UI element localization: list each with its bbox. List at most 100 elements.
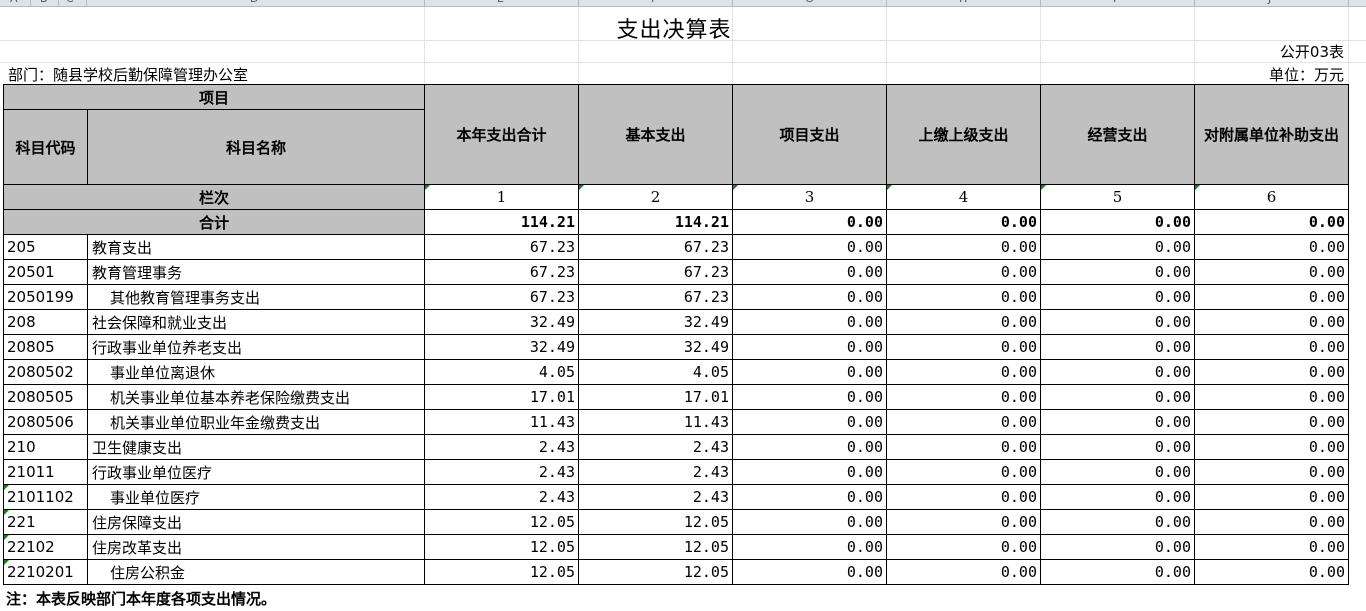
value-cell[interactable]: 67.23 (578, 234, 733, 260)
header-subject-code[interactable]: 科目代码 (3, 109, 88, 185)
subject-name-cell[interactable]: 卫生健康支出 (87, 434, 425, 460)
subject-name-cell[interactable]: 机关事业单位基本养老保险缴费支出 (87, 384, 425, 410)
value-cell[interactable]: 2.43 (578, 484, 733, 510)
subject-code-cell[interactable]: 20501 (3, 259, 88, 285)
value-cell[interactable]: 0.00 (732, 484, 887, 510)
subject-name-cell[interactable]: 住房公积金 (87, 559, 425, 585)
value-cell[interactable]: 0.00 (732, 509, 887, 535)
value-cell[interactable]: 67.23 (424, 284, 579, 310)
value-cell[interactable]: 67.23 (424, 259, 579, 285)
subject-name-cell[interactable]: 教育管理事务 (87, 259, 425, 285)
subject-code-cell[interactable]: 2101102 (3, 484, 88, 510)
subject-code-cell[interactable]: 2080506 (3, 409, 88, 435)
total-cell[interactable]: 0.00 (1040, 209, 1195, 235)
subject-name-cell[interactable]: 行政事业单位医疗 (87, 459, 425, 485)
subject-code-cell[interactable]: 205 (3, 234, 88, 260)
value-cell[interactable]: 32.49 (578, 309, 733, 335)
header-row-index[interactable]: 栏次 (3, 184, 425, 210)
col-number-2[interactable]: 2 (578, 184, 733, 210)
value-cell[interactable]: 0.00 (1194, 384, 1349, 410)
value-cell[interactable]: 0.00 (732, 259, 887, 285)
value-cell[interactable]: 0.00 (732, 309, 887, 335)
value-cell[interactable]: 0.00 (886, 359, 1041, 385)
value-cell[interactable]: 17.01 (424, 384, 579, 410)
column-header-g[interactable]: G (805, 0, 814, 5)
value-cell[interactable]: 0.00 (732, 359, 887, 385)
value-cell[interactable]: 0.00 (886, 309, 1041, 335)
subject-code-cell[interactable]: 208 (3, 309, 88, 335)
value-cell[interactable]: 0.00 (732, 384, 887, 410)
value-cell[interactable]: 0.00 (1040, 234, 1195, 260)
header-col-6[interactable]: 对附属单位补助支出 (1194, 84, 1349, 185)
value-cell[interactable]: 0.00 (1194, 534, 1349, 560)
column-header-h[interactable]: H (959, 0, 967, 5)
column-header-a[interactable]: A (10, 0, 18, 5)
value-cell[interactable]: 2.43 (424, 484, 579, 510)
column-header-f[interactable]: F (651, 0, 657, 5)
value-cell[interactable]: 0.00 (1194, 509, 1349, 535)
value-cell[interactable]: 0.00 (732, 459, 887, 485)
total-cell[interactable]: 0.00 (886, 209, 1041, 235)
subject-name-cell[interactable]: 教育支出 (87, 234, 425, 260)
value-cell[interactable]: 0.00 (886, 534, 1041, 560)
subject-code-cell[interactable]: 2050199 (3, 284, 88, 310)
value-cell[interactable]: 2.43 (424, 434, 579, 460)
column-header-d[interactable]: D (250, 0, 258, 5)
value-cell[interactable]: 12.05 (424, 509, 579, 535)
subject-name-cell[interactable]: 住房改革支出 (87, 534, 425, 560)
value-cell[interactable]: 0.00 (1194, 334, 1349, 360)
value-cell[interactable]: 0.00 (1040, 434, 1195, 460)
total-cell[interactable]: 114.21 (578, 209, 733, 235)
col-number-5[interactable]: 5 (1040, 184, 1195, 210)
subject-name-cell[interactable]: 其他教育管理事务支出 (87, 284, 425, 310)
value-cell[interactable]: 0.00 (732, 334, 887, 360)
value-cell[interactable]: 0.00 (1194, 484, 1349, 510)
value-cell[interactable]: 12.05 (578, 534, 733, 560)
value-cell[interactable]: 2.43 (578, 434, 733, 460)
total-cell[interactable]: 0.00 (1194, 209, 1349, 235)
subject-code-cell[interactable]: 2210201 (3, 559, 88, 585)
value-cell[interactable]: 0.00 (1194, 259, 1349, 285)
value-cell[interactable]: 0.00 (1040, 309, 1195, 335)
value-cell[interactable]: 4.05 (424, 359, 579, 385)
value-cell[interactable]: 0.00 (886, 334, 1041, 360)
subject-code-cell[interactable]: 221 (3, 509, 88, 535)
header-col-2[interactable]: 基本支出 (578, 84, 733, 185)
value-cell[interactable]: 0.00 (1040, 509, 1195, 535)
value-cell[interactable]: 0.00 (732, 534, 887, 560)
header-col-5[interactable]: 经营支出 (1040, 84, 1195, 185)
value-cell[interactable]: 0.00 (732, 559, 887, 585)
value-cell[interactable]: 0.00 (886, 484, 1041, 510)
value-cell[interactable]: 0.00 (1040, 334, 1195, 360)
value-cell[interactable]: 0.00 (1194, 309, 1349, 335)
col-number-6[interactable]: 6 (1194, 184, 1349, 210)
value-cell[interactable]: 67.23 (424, 234, 579, 260)
value-cell[interactable]: 67.23 (578, 259, 733, 285)
subject-code-cell[interactable]: 210 (3, 434, 88, 460)
value-cell[interactable]: 0.00 (886, 409, 1041, 435)
value-cell[interactable]: 0.00 (886, 284, 1041, 310)
value-cell[interactable]: 0.00 (1040, 359, 1195, 385)
value-cell[interactable]: 0.00 (886, 259, 1041, 285)
value-cell[interactable]: 2.43 (424, 459, 579, 485)
value-cell[interactable]: 0.00 (1040, 484, 1195, 510)
value-cell[interactable]: 0.00 (1194, 359, 1349, 385)
subject-name-cell[interactable]: 事业单位医疗 (87, 484, 425, 510)
value-cell[interactable]: 12.05 (578, 559, 733, 585)
column-header-b[interactable]: B (40, 0, 48, 5)
header-col-3[interactable]: 项目支出 (732, 84, 887, 185)
value-cell[interactable]: 0.00 (1194, 409, 1349, 435)
value-cell[interactable]: 0.00 (1040, 284, 1195, 310)
subject-code-cell[interactable]: 22102 (3, 534, 88, 560)
header-item[interactable]: 项目 (3, 84, 425, 110)
subject-code-cell[interactable]: 20805 (3, 334, 88, 360)
value-cell[interactable]: 0.00 (886, 509, 1041, 535)
value-cell[interactable]: 0.00 (1040, 409, 1195, 435)
value-cell[interactable]: 11.43 (578, 409, 733, 435)
value-cell[interactable]: 0.00 (732, 434, 887, 460)
value-cell[interactable]: 0.00 (886, 459, 1041, 485)
value-cell[interactable]: 0.00 (886, 234, 1041, 260)
total-cell[interactable]: 114.21 (424, 209, 579, 235)
column-header-j[interactable]: J (1268, 0, 1271, 5)
subject-code-cell[interactable]: 2080502 (3, 359, 88, 385)
